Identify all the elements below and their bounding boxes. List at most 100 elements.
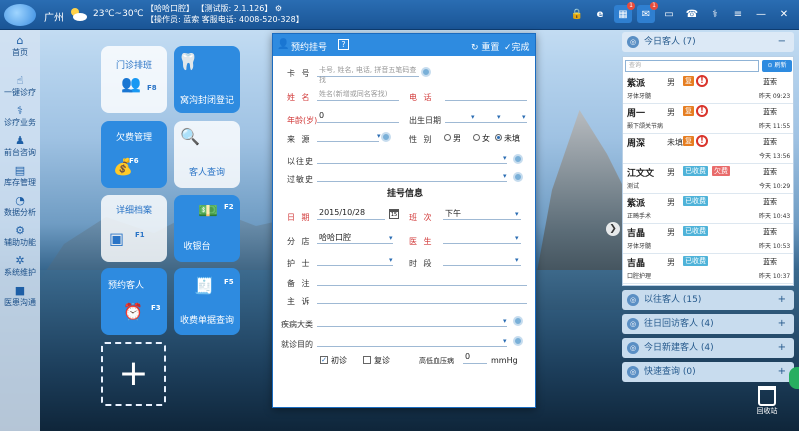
blood-pressure-input[interactable]: 0 bbox=[463, 352, 487, 364]
expand-panel-arrow-icon[interactable]: ❯ bbox=[606, 222, 620, 236]
visit-purpose-select[interactable] bbox=[317, 335, 507, 347]
period-select[interactable] bbox=[443, 254, 521, 266]
sidebar-item-analysis[interactable]: ◔ 数据分析 bbox=[0, 194, 40, 218]
card-input[interactable]: 卡号, 姓名, 电话, 拼音五笔码查找 bbox=[317, 65, 419, 84]
new-customers-header[interactable]: ◎ 今日新建客人 (4) + bbox=[622, 338, 794, 358]
reset-button[interactable]: ↻ 重置 bbox=[471, 40, 499, 53]
settings-small-icon[interactable]: ⚙ bbox=[275, 4, 282, 13]
sidebar-item-treatment[interactable]: ⚕ 诊疗业务 bbox=[0, 104, 40, 128]
expand-icon[interactable]: + bbox=[778, 314, 786, 334]
lock-icon[interactable]: 🔒 bbox=[568, 5, 586, 23]
add-tile-button[interactable]: + bbox=[101, 342, 166, 406]
source-settings-icon[interactable] bbox=[381, 132, 391, 142]
source-select[interactable] bbox=[317, 130, 379, 142]
close-icon[interactable]: ✕ bbox=[775, 5, 793, 23]
sidebar-item-home[interactable]: ⌂ 首页 bbox=[0, 34, 40, 58]
seal-register-tile[interactable]: 🦷 窝沟封闭登记 bbox=[174, 46, 240, 113]
sidebar-item-inventory[interactable]: ▤ 库存管理 bbox=[0, 164, 40, 188]
birth-year-dropdown[interactable]: ▾ bbox=[471, 113, 475, 121]
records-tile[interactable]: 详细档案 ▣ F1 bbox=[101, 195, 167, 262]
expand-icon[interactable]: + bbox=[778, 290, 786, 310]
period-dropdown-icon[interactable]: ▾ bbox=[515, 256, 519, 264]
patient-row[interactable]: 吉晶 男已收费 蓝索 口腔护理 昨天 10:37 bbox=[623, 255, 793, 284]
customer-search-tile[interactable]: 🔍 客人查询 bbox=[174, 121, 240, 188]
birth-date-input[interactable] bbox=[445, 111, 527, 123]
date-input[interactable]: 2015/10/28 bbox=[317, 208, 385, 220]
done-button[interactable]: ✓完成 bbox=[504, 40, 530, 53]
patient-row[interactable]: 吉晶 男已收费 蓝索 牙体牙髓 昨天 10:53 bbox=[623, 225, 793, 254]
purpose-dropdown-icon[interactable]: ▾ bbox=[503, 337, 507, 345]
name-input[interactable]: 姓名(新增或同名客找) bbox=[317, 89, 399, 101]
receipt-search-tile[interactable]: 🧾 F5 收费单据查询 bbox=[174, 268, 240, 335]
history-settings-icon[interactable] bbox=[513, 154, 523, 164]
revisit-checkbox[interactable] bbox=[363, 356, 371, 364]
patient-row[interactable]: 紫派 男复! 蓝索 牙体牙髓 昨天 09:23 bbox=[623, 75, 793, 104]
sidebar-item-quick-treatment[interactable]: ☝ 一键诊疗 bbox=[0, 74, 40, 98]
revisit-customers-header[interactable]: ◎ 往日回访客人 (4) + bbox=[622, 314, 794, 334]
purpose-settings-icon[interactable] bbox=[513, 336, 523, 346]
nurse-select[interactable] bbox=[317, 254, 393, 266]
side-handle[interactable] bbox=[789, 367, 799, 389]
expand-icon[interactable]: + bbox=[778, 338, 786, 358]
folder-icon[interactable]: ▭ bbox=[660, 5, 678, 23]
stethoscope-icon[interactable]: ⚕ bbox=[706, 5, 724, 23]
disease-settings-icon[interactable] bbox=[513, 316, 523, 326]
patient-row[interactable]: 周一 男复! 蓝索 颞下颌关节病 昨天 11:55 bbox=[623, 105, 793, 134]
disease-category-select[interactable] bbox=[317, 315, 507, 327]
message-icon[interactable]: ✉ 1 bbox=[637, 2, 658, 23]
card-settings-icon[interactable] bbox=[421, 67, 431, 77]
gender-male-radio[interactable] bbox=[444, 134, 451, 141]
source-dropdown-icon[interactable]: ▾ bbox=[377, 132, 381, 140]
patient-row[interactable]: 江文文 男已收费 欠费 蓝索 测试 今天 10:29 bbox=[623, 165, 793, 194]
nurse-dropdown-icon[interactable]: ▾ bbox=[389, 256, 393, 264]
today-customers-header[interactable]: ◎ 今日客人 (7) − bbox=[622, 32, 794, 52]
doctor-select[interactable] bbox=[443, 232, 521, 244]
birth-day-dropdown[interactable]: ▾ bbox=[522, 113, 526, 121]
gender-female-radio[interactable] bbox=[473, 134, 480, 141]
doctor-dropdown-icon[interactable]: ▾ bbox=[515, 234, 519, 242]
recycle-bin[interactable]: 回收站 bbox=[752, 386, 782, 424]
branch-dropdown-icon[interactable]: ▾ bbox=[389, 234, 393, 242]
note-input[interactable] bbox=[317, 274, 527, 286]
gender-unset-radio[interactable] bbox=[495, 134, 502, 141]
complaint-input[interactable] bbox=[317, 292, 527, 304]
appointment-tile[interactable]: 预约客人 ⏰ F3 bbox=[101, 268, 167, 335]
help-button[interactable]: ? bbox=[338, 39, 349, 50]
patient-row[interactable]: 紫派 男已收费 蓝索 正畸手术 昨天 10:43 bbox=[623, 195, 793, 224]
refresh-button[interactable]: ⊙ 刷新 bbox=[762, 60, 792, 72]
history-dropdown-icon[interactable]: ▾ bbox=[503, 154, 507, 162]
browser-icon[interactable]: e bbox=[591, 5, 609, 23]
patient-row[interactable]: 周深 未填复! 蓝索 今天 13:56 bbox=[623, 135, 793, 164]
sidebar-item-communication[interactable]: ■ 医患沟通 bbox=[0, 284, 40, 308]
menu-icon[interactable]: ≡ bbox=[729, 5, 747, 23]
allergy-dropdown-icon[interactable]: ▾ bbox=[503, 172, 507, 180]
quick-search-header[interactable]: ◎ 快速查询 (0) + bbox=[622, 362, 794, 382]
disease-dropdown-icon[interactable]: ▾ bbox=[503, 317, 507, 325]
age-label: 年龄(岁) bbox=[287, 116, 318, 125]
first-visit-checkbox[interactable]: ✓ bbox=[320, 356, 328, 364]
sidebar-item-maintenance[interactable]: ✲ 系统维护 bbox=[0, 254, 40, 278]
shift-select[interactable]: 下午 bbox=[443, 208, 521, 220]
schedule-tile[interactable]: 门诊排班 👥 F8 bbox=[101, 46, 167, 113]
allergy-select[interactable] bbox=[317, 170, 507, 182]
allergy-settings-icon[interactable] bbox=[513, 172, 523, 182]
expand-icon[interactable]: + bbox=[778, 362, 786, 382]
history-select[interactable] bbox=[317, 152, 507, 164]
customer-search-input[interactable]: 查询 bbox=[625, 60, 759, 72]
branch-select[interactable]: 哈哈口腔 bbox=[317, 232, 393, 244]
collapse-icon[interactable]: − bbox=[778, 32, 786, 52]
cashier-tile[interactable]: 💵 F2 收银台 bbox=[174, 195, 240, 262]
calendar-icon[interactable]: 15 bbox=[389, 209, 399, 219]
phone-input[interactable] bbox=[445, 89, 527, 101]
birth-month-dropdown[interactable]: ▾ bbox=[497, 113, 501, 121]
minimize-icon[interactable]: — bbox=[752, 5, 770, 23]
age-input[interactable]: 0 bbox=[317, 111, 399, 123]
phone-icon[interactable]: ☎ bbox=[683, 5, 701, 23]
sidebar-item-auxiliary[interactable]: ⚙ 辅助功能 bbox=[0, 224, 40, 248]
past-customers-header[interactable]: ◎ 以往客人 (15) + bbox=[622, 290, 794, 310]
shift-dropdown-icon[interactable]: ▾ bbox=[515, 210, 519, 218]
calendar-icon[interactable]: ▦ 1 bbox=[614, 2, 635, 23]
sidebar-item-reception[interactable]: ♟ 前台咨询 bbox=[0, 134, 40, 158]
age-value: 0 bbox=[319, 111, 325, 120]
arrears-tile[interactable]: 欠费管理 💰 F6 bbox=[101, 121, 167, 188]
